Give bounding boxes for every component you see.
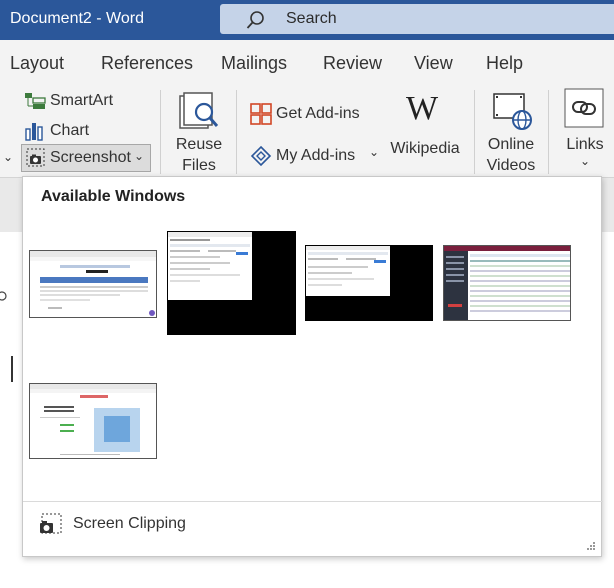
- margin-marker: [0, 290, 8, 302]
- window-thumbnail[interactable]: [167, 231, 296, 335]
- smartart-icon: [24, 92, 46, 110]
- window-thumbnail[interactable]: [29, 250, 157, 318]
- search-icon: [246, 10, 266, 30]
- my-addins-icon: [250, 145, 272, 167]
- screenshot-button[interactable]: Screenshot ⌄: [21, 144, 151, 172]
- tab-mailings[interactable]: Mailings: [221, 53, 287, 74]
- tab-review[interactable]: Review: [323, 53, 382, 74]
- ribbon-separator: [474, 90, 475, 174]
- tab-help[interactable]: Help: [486, 53, 523, 74]
- chevron-down-icon[interactable]: ⌄: [3, 150, 13, 164]
- reuse-files-label-2: Files: [182, 157, 216, 174]
- tab-references[interactable]: References: [101, 53, 193, 74]
- dropdown-divider: [23, 501, 603, 502]
- reuse-files-button[interactable]: Reuse Files: [170, 90, 228, 176]
- link-icon: [564, 88, 604, 128]
- ribbon: SmartArt Chart ⌄ Screenshot ⌄ ons Reuse …: [0, 86, 614, 205]
- window-thumbnail[interactable]: [29, 383, 157, 459]
- wikipedia-label: Wikipedia: [390, 140, 460, 157]
- online-videos-button[interactable]: Online Videos: [482, 90, 540, 176]
- get-addins-label: Get Add-ins: [276, 105, 360, 122]
- ribbon-separator: [236, 90, 237, 174]
- screenshot-label: Screenshot: [50, 149, 131, 166]
- screen-clipping-button[interactable]: Screen Clipping: [39, 513, 239, 537]
- chevron-down-icon: ⌄: [580, 154, 591, 168]
- my-addins-button[interactable]: My Add-ins ⌄: [250, 144, 382, 168]
- screenshot-icon: [26, 148, 46, 168]
- ribbon-separator: [548, 90, 549, 174]
- links-button[interactable]: Links ⌄: [556, 88, 614, 174]
- wikipedia-icon: W: [406, 90, 439, 127]
- resize-grip-icon[interactable]: [587, 542, 595, 550]
- text-cursor: [11, 356, 13, 382]
- addins-grid-icon: [250, 103, 272, 125]
- reuse-files-icon: [178, 92, 220, 132]
- reuse-files-label-1: Reuse: [175, 136, 223, 153]
- chart-label: Chart: [50, 122, 90, 139]
- chevron-down-icon: ⌄: [134, 149, 145, 163]
- window-thumbnail[interactable]: [305, 245, 433, 321]
- window-thumbnail[interactable]: [443, 245, 571, 321]
- online-video-icon: [492, 92, 534, 132]
- online-videos-label-1: Online: [487, 136, 535, 153]
- wikipedia-button[interactable]: W Wikipedia: [388, 90, 462, 174]
- links-label: Links: [566, 136, 604, 153]
- screen-clipping-icon: [39, 513, 63, 537]
- smartart-label: SmartArt: [50, 92, 114, 109]
- title-bar: Document2 - Word Search: [0, 0, 614, 40]
- window-title: Document2 - Word: [10, 10, 144, 27]
- ribbon-separator: [160, 90, 161, 174]
- tab-layout[interactable]: Layout: [10, 53, 64, 74]
- my-addins-label: My Add-ins: [276, 147, 356, 164]
- screen-clipping-label: Screen Clipping: [73, 515, 186, 532]
- screenshot-dropdown: Available Windows Screen Clipping: [22, 176, 603, 557]
- chart-icon: [24, 120, 46, 142]
- ribbon-tabs: Layout References Mailings Review View H…: [0, 40, 614, 86]
- available-windows-heading: Available Windows: [41, 188, 186, 205]
- tab-view[interactable]: View: [414, 53, 453, 74]
- search-box[interactable]: Search: [220, 4, 614, 34]
- chevron-down-icon: ⌄: [369, 145, 380, 159]
- search-label: Search: [286, 10, 337, 27]
- online-videos-label-2: Videos: [486, 157, 536, 174]
